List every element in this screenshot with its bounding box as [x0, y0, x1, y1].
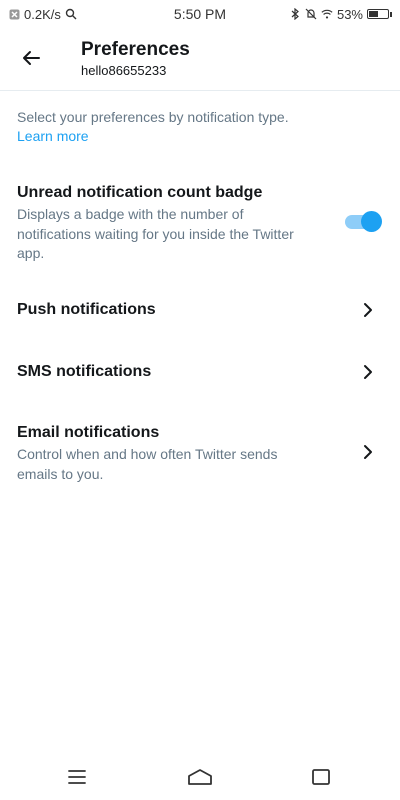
- home-button[interactable]: [185, 766, 215, 788]
- setting-description: Displays a badge with the number of noti…: [17, 206, 294, 261]
- setting-title: Email notifications: [17, 424, 160, 441]
- battery-percent: 53%: [336, 6, 363, 22]
- header-divider: [0, 90, 400, 91]
- menu-icon: [68, 770, 86, 784]
- vibrate-icon: [305, 8, 317, 20]
- intro: Select your preferences by notification …: [17, 108, 383, 146]
- header: Preferences hello86655233: [0, 36, 400, 84]
- setting-title: SMS notifications: [17, 363, 152, 380]
- system-nav-bar: [0, 760, 400, 796]
- bluetooth-icon: [289, 8, 301, 20]
- home-icon: [188, 769, 212, 785]
- setting-title: Push notifications: [17, 301, 156, 318]
- back-button[interactable]: [20, 47, 42, 69]
- chevron-right-icon: [364, 445, 372, 459]
- menu-button[interactable]: [66, 766, 88, 788]
- intro-text: Select your preferences by notification …: [17, 109, 289, 125]
- unread-badge-toggle[interactable]: [343, 211, 382, 233]
- status-right: 53%: [289, 7, 392, 22]
- network-speed: 0.2K/s: [24, 6, 61, 22]
- setting-description: Control when and how often Twitter sends…: [17, 446, 278, 482]
- setting-email-notifications[interactable]: Email notifications Control when and how…: [17, 423, 383, 484]
- setting-title: Unread notification count badge: [17, 184, 263, 201]
- setting-unread-badge: Unread notification count badge Displays…: [17, 183, 383, 264]
- status-bar: 0.2K/s 5:50 PM 53%: [0, 0, 400, 28]
- chevron-right-icon: [364, 365, 372, 379]
- email-notifications-chevron[interactable]: [361, 442, 375, 462]
- sms-notifications-chevron[interactable]: [361, 362, 375, 382]
- battery-icon: [367, 9, 392, 19]
- back-nav-button[interactable]: [310, 766, 332, 788]
- back-square-icon: [312, 769, 330, 785]
- toggle-thumb: [361, 211, 382, 232]
- chevron-right-icon: [364, 303, 372, 317]
- learn-more-link[interactable]: Learn more: [17, 128, 89, 144]
- page-title: Preferences: [81, 39, 190, 60]
- setting-push-notifications[interactable]: Push notifications: [17, 300, 383, 319]
- status-left: 0.2K/s: [8, 7, 77, 22]
- wifi-icon: [321, 8, 333, 20]
- search-icon: [65, 8, 77, 20]
- setting-sms-notifications[interactable]: SMS notifications: [17, 362, 383, 381]
- account-username: hello86655233: [81, 63, 167, 78]
- push-notifications-chevron[interactable]: [361, 300, 375, 320]
- notification-icon: [8, 8, 20, 20]
- back-arrow-icon: [23, 51, 40, 65]
